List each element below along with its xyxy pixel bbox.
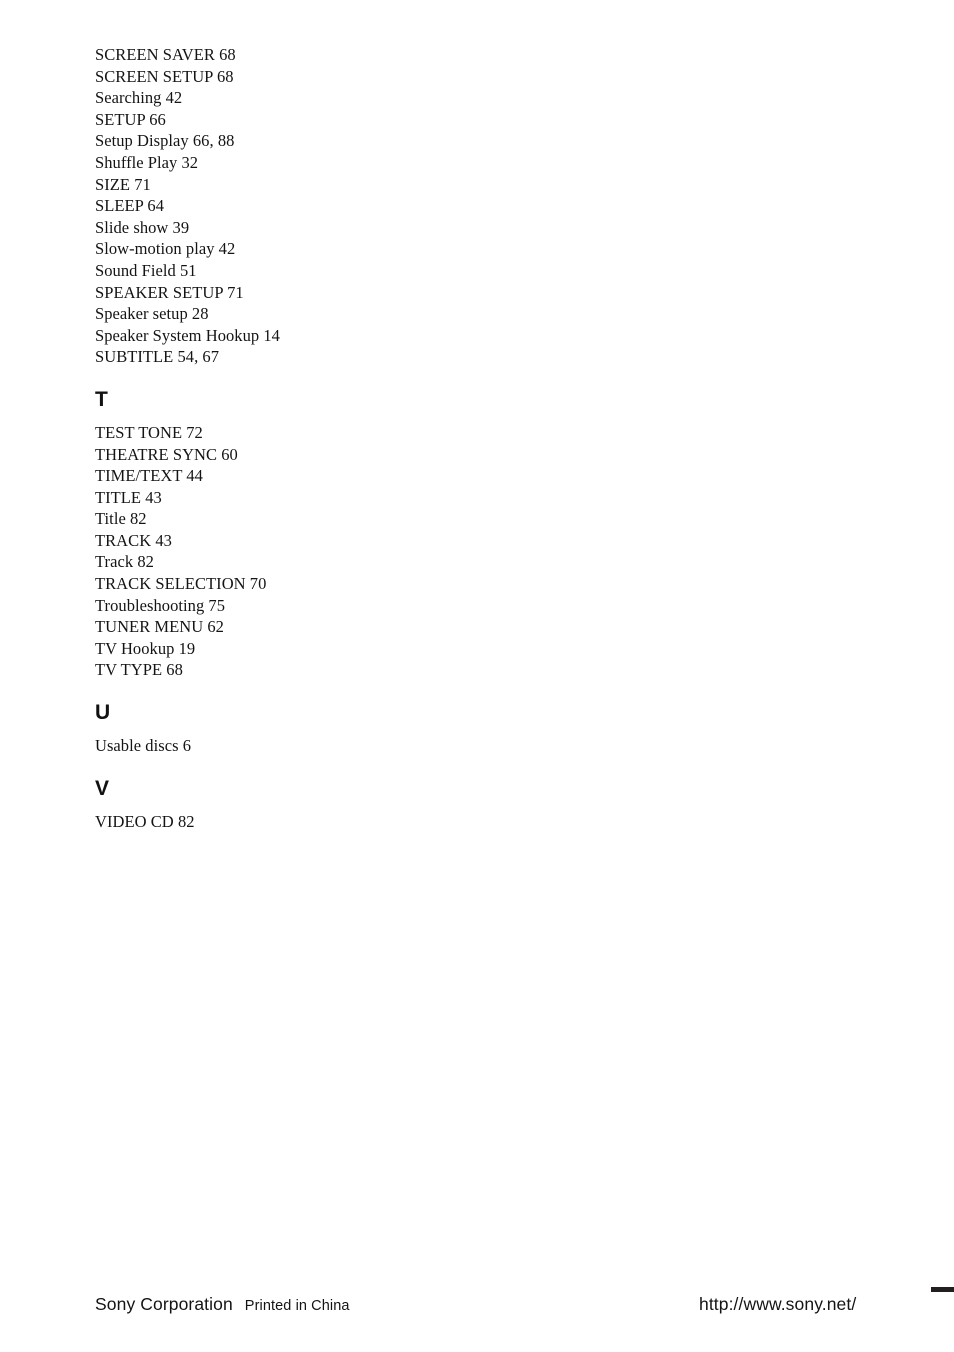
index-entry: Slow-motion play 42 xyxy=(95,239,236,259)
index-entry: SPEAKER SETUP 71 xyxy=(95,282,244,302)
index-entry: SETUP 66 xyxy=(95,109,166,129)
index-entry: Troubleshooting 75 xyxy=(95,595,226,615)
index-entry: Usable discs 6 xyxy=(95,736,192,756)
index-entry: TRACK 43 xyxy=(95,530,172,550)
index-entry: Searching 42 xyxy=(95,88,183,108)
index-column: SCREEN SAVER 68 SCREEN SETUP 68 Searching … xyxy=(95,44,515,832)
index-entry: TIME/TEXT 44 xyxy=(95,466,203,486)
index-group: SCREEN SAVER 68 SCREEN SETUP 68 Searching … xyxy=(95,44,515,368)
footer-left-block: Sony Corporation Printed in China xyxy=(95,1294,350,1315)
index-section-letter: U xyxy=(95,701,111,725)
printed-in-label: Printed in China xyxy=(244,1298,350,1314)
index-entry: SUBTITLE 54, 67 xyxy=(95,347,220,367)
index-entry: VIDEO CD 82 xyxy=(95,811,195,831)
index-entry: SCREEN SAVER 68 xyxy=(95,45,236,64)
print-crop-mark xyxy=(931,1287,954,1292)
index-entry: Track 82 xyxy=(95,552,154,572)
index-entry: Speaker System Hookup 14 xyxy=(95,325,280,345)
index-entry: SLEEP 64 xyxy=(95,196,165,216)
index-entry: Shuffle Play 32 xyxy=(95,152,199,172)
index-section-letter: V xyxy=(95,776,110,800)
index-entry: TV Hookup 19 xyxy=(95,638,196,658)
index-entry: Title 82 xyxy=(95,509,147,529)
sony-website-url[interactable]: http://www.sony.net/ xyxy=(699,1294,856,1315)
index-entry: Setup Display 66, 88 xyxy=(95,131,235,151)
page-footer: Sony Corporation Printed in China http:/… xyxy=(0,1294,954,1334)
index-entry: TITLE 43 xyxy=(95,487,162,507)
index-entry: SCREEN SETUP 68 xyxy=(95,66,234,86)
index-entry: TUNER MENU 62 xyxy=(95,617,224,637)
index-entry: Speaker setup 28 xyxy=(95,304,209,324)
index-entry: TEST TONE 72 xyxy=(95,422,203,442)
index-group: V VIDEO CD 82 xyxy=(95,778,515,833)
index-entry: THEATRE SYNC 60 xyxy=(95,444,238,464)
sony-corporation-label: Sony Corporation xyxy=(95,1294,233,1314)
index-entry: TRACK SELECTION 70 xyxy=(95,574,267,594)
index-entry: Sound Field 51 xyxy=(95,260,197,280)
index-group: T TEST TONE 72 THEATRE SYNC 60 TIME/TEXT 44… xyxy=(95,389,515,681)
index-section-letter: T xyxy=(95,387,108,411)
index-entry: TV TYPE 68 xyxy=(95,660,183,680)
index-group: U Usable discs 6 xyxy=(95,702,515,757)
index-entry: SIZE 71 xyxy=(95,174,151,194)
index-entry: Slide show 39 xyxy=(95,217,190,237)
